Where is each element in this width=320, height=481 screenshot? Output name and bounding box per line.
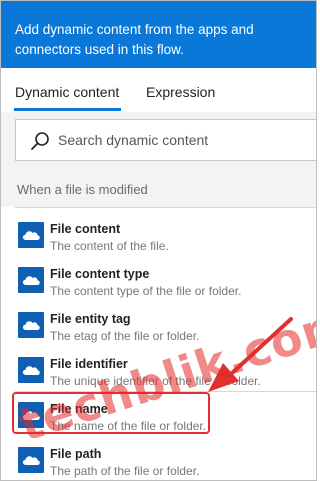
- section-title: When a file is modified: [17, 182, 148, 197]
- onedrive-icon: [18, 357, 44, 383]
- active-tab-indicator: [14, 108, 121, 111]
- item-description: The path of the file or folder.: [50, 464, 200, 478]
- tab-dynamic-content[interactable]: Dynamic content: [15, 84, 119, 100]
- header-text: Add dynamic content from the apps and co…: [15, 22, 254, 57]
- list-item-file-entity-tag[interactable]: File entity tag The etag of the file or …: [15, 302, 316, 347]
- item-description: The unique identifier of the file or fol…: [50, 374, 261, 388]
- onedrive-icon: [18, 222, 44, 248]
- search-box[interactable]: [15, 119, 316, 161]
- list-item-file-path[interactable]: File path The path of the file or folder…: [15, 437, 316, 480]
- highlight-box: [12, 392, 210, 434]
- list-item-file-content-type[interactable]: File content type The content type of th…: [15, 257, 316, 302]
- onedrive-icon: [18, 267, 44, 293]
- item-name: File entity tag: [50, 312, 131, 326]
- item-name: File content: [50, 222, 121, 236]
- item-description: The etag of the file or folder.: [50, 329, 200, 343]
- dynamic-content-panel: Add dynamic content from the apps and co…: [0, 0, 317, 481]
- list-item-file-content[interactable]: File content The content of the file.: [15, 212, 316, 257]
- tab-bar: Dynamic content Expression: [1, 68, 316, 112]
- list-item-file-identifier[interactable]: File identifier The unique identifier of…: [15, 347, 316, 392]
- tab-expression[interactable]: Expression: [146, 84, 215, 100]
- search-input[interactable]: [58, 121, 308, 159]
- item-name: File identifier: [50, 357, 128, 371]
- onedrive-icon: [18, 312, 44, 338]
- item-name: File content type: [50, 267, 150, 281]
- item-description: The content of the file.: [50, 239, 169, 253]
- item-name: File path: [50, 447, 102, 461]
- section-divider: [15, 207, 316, 208]
- panel-header: Add dynamic content from the apps and co…: [1, 1, 316, 68]
- item-description: The content type of the file or folder.: [50, 284, 242, 298]
- onedrive-icon: [18, 447, 44, 473]
- search-icon: [31, 132, 49, 150]
